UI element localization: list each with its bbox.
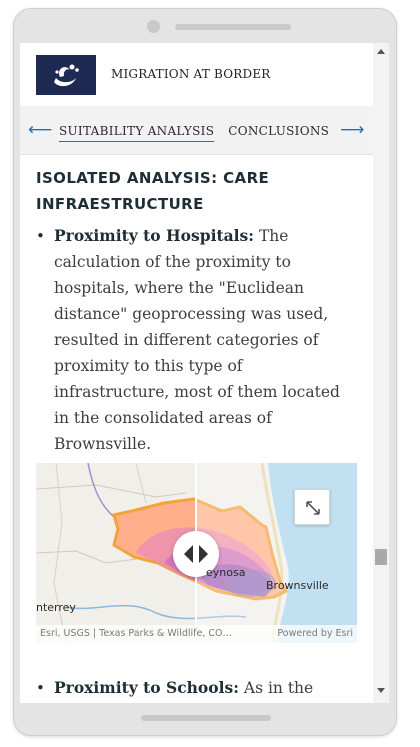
bird-leaf-icon <box>54 64 79 87</box>
tab-conclusions[interactable]: CONCLUSIONS <box>228 124 329 141</box>
list-item-schools: • Proximity to Schools: As in the <box>36 675 356 701</box>
section-navbar: ⟵ SUITABILITY ANALYSISCONCLUSIONSC ⟶ <box>20 106 373 155</box>
vertical-scrollbar[interactable] <box>373 43 389 703</box>
map-label-monterrey: nterrey <box>36 601 76 614</box>
list-item-text: Proximity to Hospitals: The calculation … <box>54 223 356 457</box>
speaker-grille <box>175 24 291 30</box>
screen: MIGRATION AT BORDER ⟵ SUITABILITY ANALYS… <box>20 43 389 703</box>
map-label-brownsville: Brownsville <box>266 579 329 592</box>
powered-by-esri[interactable]: Powered by Esri <box>277 625 353 643</box>
scroll-down-icon[interactable] <box>377 688 385 693</box>
camera-icon <box>147 20 160 33</box>
bullet-dot: • <box>36 227 45 245</box>
arrow-left-icon[interactable]: ⟵ <box>28 120 52 140</box>
map-attribution[interactable]: Esri, USGS | Texas Parks & Wildlife, CO… <box>40 625 232 643</box>
list-item-text: Proximity to Schools: As in the <box>54 675 356 701</box>
story-header: MIGRATION AT BORDER <box>20 43 373 105</box>
list-item-body: The calculation of the proximity to hosp… <box>54 227 340 453</box>
expand-icon[interactable] <box>294 489 330 525</box>
expand-arrows-icon <box>306 501 320 515</box>
list-item-title: Proximity to Hospitals: <box>54 226 255 245</box>
story-title: MIGRATION AT BORDER <box>111 67 271 81</box>
list-item-title: Proximity to Schools: <box>54 678 239 697</box>
nav-tabs: SUITABILITY ANALYSISCONCLUSIONSC <box>59 106 337 155</box>
list-item-body: As in the <box>238 679 314 697</box>
story-content: ISOLATED ANALYSIS: CARE INFRAESTRUCTURE … <box>20 155 373 703</box>
home-bar <box>141 715 271 721</box>
map-label-reynosa: eynosa <box>206 566 246 579</box>
scrolled-content-peek <box>32 43 362 47</box>
swipe-map[interactable]: nterrey eynosa Brownsville Esri, USGS | … <box>36 463 357 643</box>
map-attribution-bar: Esri, USGS | Texas Parks & Wildlife, CO…… <box>36 625 357 643</box>
list-item-hospitals: • Proximity to Hospitals: The calculatio… <box>36 223 356 457</box>
scrollbar-thumb[interactable] <box>375 549 387 565</box>
scroll-up-icon[interactable] <box>377 49 385 54</box>
section-heading: ISOLATED ANALYSIS: CARE INFRAESTRUCTURE <box>36 169 270 213</box>
arrow-right-icon[interactable]: ⟶ <box>340 120 364 140</box>
bullet-dot: • <box>36 679 45 697</box>
tab-suitability-analysis[interactable]: SUITABILITY ANALYSIS <box>59 124 215 142</box>
bird-leaf-logo[interactable] <box>36 55 96 95</box>
